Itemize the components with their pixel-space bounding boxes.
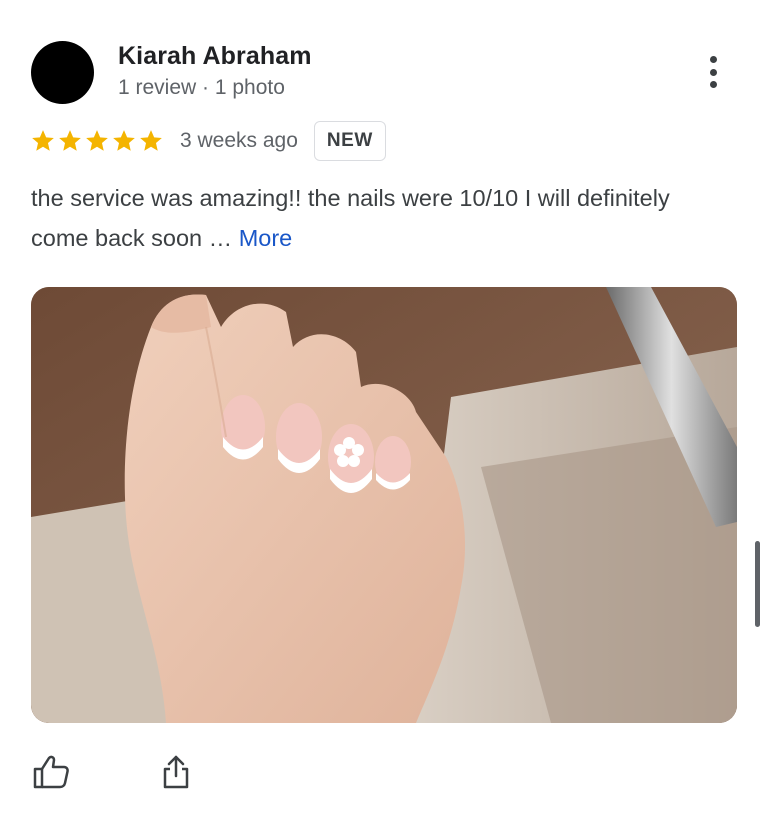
menu-dot [709, 81, 717, 88]
review-date: 3 weeks ago [180, 129, 298, 152]
star-icon [138, 128, 164, 154]
avatar[interactable] [31, 41, 94, 104]
author-meta: 1 review · 1 photo [118, 76, 285, 99]
star-icon [84, 128, 110, 154]
thumbs-up-icon [33, 755, 69, 789]
scrollbar[interactable] [755, 541, 760, 627]
review-card: Kiarah Abraham 1 review · 1 photo 3 week… [0, 0, 768, 832]
share-icon [163, 755, 189, 789]
more-link[interactable]: More [239, 225, 293, 251]
review-body: the service was amazing!! the nails were… [31, 185, 670, 251]
share-button[interactable] [156, 752, 196, 792]
star-icon [30, 128, 56, 154]
star-icon [57, 128, 83, 154]
rating-row: 3 weeks ago NEW [30, 119, 386, 163]
review-photo-image [31, 287, 737, 723]
menu-dot [709, 68, 717, 76]
author-name[interactable]: Kiarah Abraham [118, 42, 312, 71]
menu-dot [709, 56, 717, 63]
like-button[interactable] [31, 752, 71, 792]
review-text: the service was amazing!! the nails were… [31, 178, 691, 258]
star-icon [111, 128, 137, 154]
star-rating [30, 128, 164, 154]
review-photo[interactable] [31, 287, 737, 723]
more-vert-icon[interactable] [698, 52, 728, 92]
new-badge: NEW [313, 121, 386, 161]
